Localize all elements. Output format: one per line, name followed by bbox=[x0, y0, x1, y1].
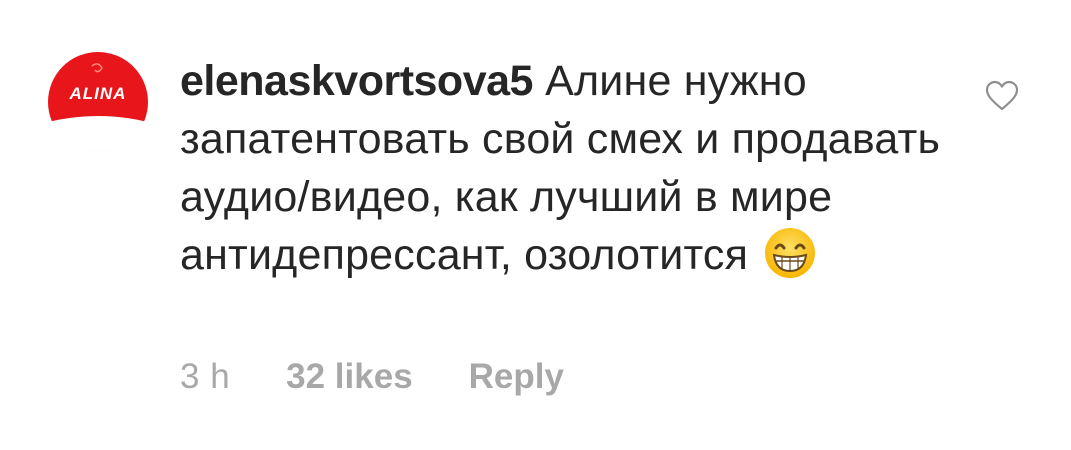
heart-outline-icon[interactable] bbox=[985, 80, 1019, 112]
reply-button[interactable]: Reply bbox=[469, 357, 564, 397]
likes-count-link[interactable]: 32 likes bbox=[286, 357, 413, 397]
comment-item: ALINA elenaskvortsova5 Алине нужно запат… bbox=[0, 0, 1071, 450]
comment-meta: 3 h 32 likes Reply bbox=[180, 352, 564, 402]
comment-username[interactable]: elenaskvortsova5 bbox=[180, 57, 533, 105]
comment-timestamp: 3 h bbox=[180, 357, 231, 396]
avatar[interactable]: ALINA bbox=[48, 52, 148, 152]
comment-body: elenaskvortsova5 Алине нужно запатентова… bbox=[180, 52, 960, 284]
alina-logo: ALINA bbox=[48, 52, 148, 152]
avatar-logo-text: ALINA bbox=[69, 84, 127, 103]
grinning-face-emoji-icon bbox=[764, 227, 816, 279]
